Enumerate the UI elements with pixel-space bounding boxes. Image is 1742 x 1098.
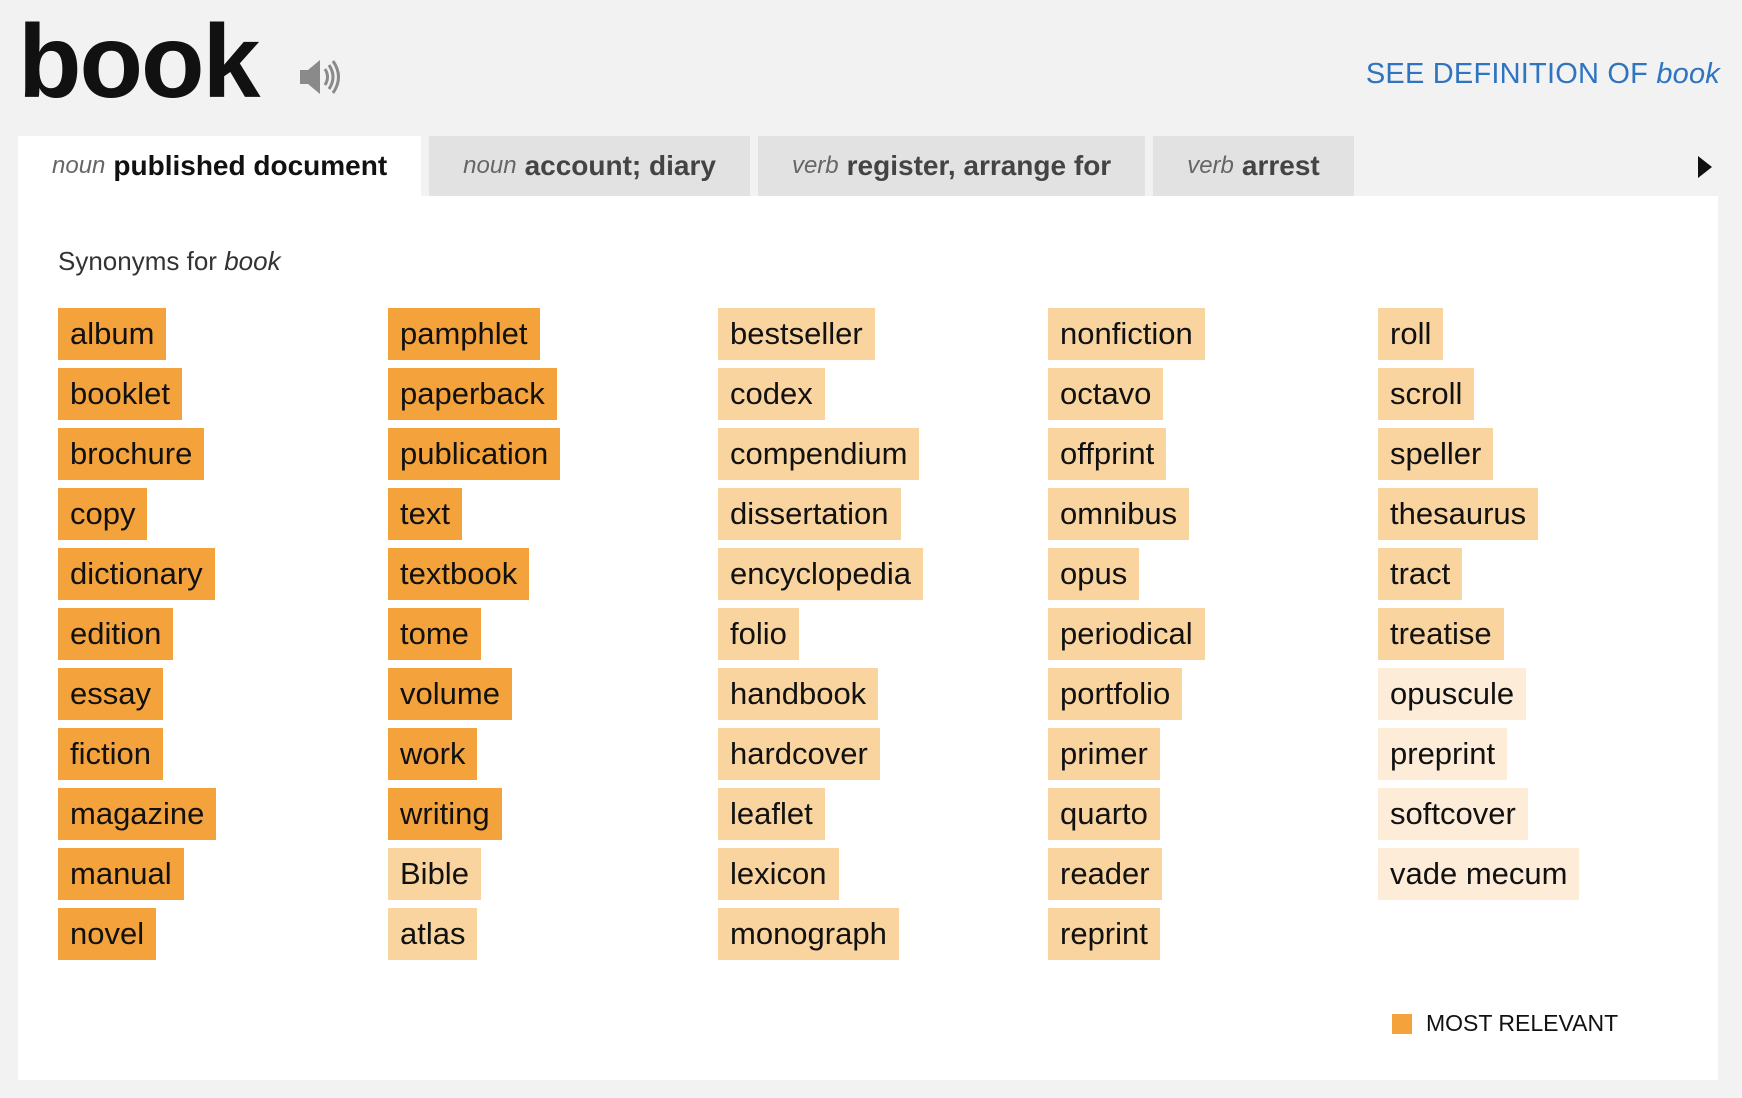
tab-arrest[interactable]: verb arrest <box>1153 136 1354 196</box>
tab-sense: arrest <box>1241 150 1320 181</box>
synonym-link[interactable]: work <box>388 728 478 780</box>
tab-pos: noun <box>463 152 517 179</box>
tab-account-diary[interactable]: noun account; diary <box>429 136 750 196</box>
synonym-link[interactable]: copy <box>58 488 148 540</box>
synonym-column: album booklet brochure copy dictionary editio… <box>58 308 388 968</box>
synonym-link[interactable]: omnibus <box>1048 488 1190 540</box>
synonym-link[interactable]: lexicon <box>718 848 839 900</box>
synonym-link[interactable]: treatise <box>1378 608 1504 660</box>
synonym-link[interactable]: handbook <box>718 668 879 720</box>
tab-pos: verb <box>1187 152 1234 179</box>
tab-published-document[interactable]: noun published document <box>18 136 422 196</box>
synonym-link[interactable]: dictionary <box>58 548 215 600</box>
synonyms-panel: Synonyms for book album booklet brochure co… <box>18 196 1718 1080</box>
synonym-link[interactable]: periodical <box>1048 608 1205 660</box>
synonym-link[interactable]: publication <box>388 428 561 480</box>
synonym-link[interactable]: manual <box>58 848 184 900</box>
synonym-link[interactable]: codex <box>718 368 825 420</box>
synonym-column: nonfiction octavo offprint omnibus opus perio… <box>1048 308 1378 968</box>
synonym-link[interactable]: opus <box>1048 548 1140 600</box>
synonym-link[interactable]: writing <box>388 788 502 840</box>
legend: MOST RELEVANT <box>1392 1010 1618 1037</box>
synonym-grid: album booklet brochure copy dictionary editio… <box>58 308 1708 968</box>
see-definition-link[interactable]: SEE DEFINITION OF book <box>1366 58 1720 91</box>
synonym-link[interactable]: brochure <box>58 428 205 480</box>
tab-sense: register, arrange for <box>846 150 1112 181</box>
synonym-link[interactable]: textbook <box>388 548 530 600</box>
synonym-link[interactable]: folio <box>718 608 799 660</box>
synonym-link[interactable]: octavo <box>1048 368 1164 420</box>
synonym-link[interactable]: nonfiction <box>1048 308 1205 360</box>
synonym-link[interactable]: primer <box>1048 728 1160 780</box>
synonym-link[interactable]: paperback <box>388 368 557 420</box>
synonym-link[interactable]: portfolio <box>1048 668 1183 720</box>
synonym-link[interactable]: scroll <box>1378 368 1475 420</box>
sense-tabs: noun published document noun account; diary… <box>18 136 1354 196</box>
synonym-column: roll scroll speller thesaurus tract treatise o… <box>1378 308 1708 968</box>
synonym-link[interactable]: roll <box>1378 308 1444 360</box>
synonym-link[interactable]: fiction <box>58 728 163 780</box>
synonym-link[interactable]: offprint <box>1048 428 1167 480</box>
see-definition-label: SEE DEFINITION OF <box>1365 58 1649 90</box>
see-definition-word: book <box>1656 58 1720 90</box>
synonym-link[interactable]: bestseller <box>718 308 875 360</box>
synonym-link[interactable]: vade mecum <box>1378 848 1580 900</box>
synonym-link[interactable]: atlas <box>388 908 478 960</box>
synonym-link[interactable]: thesaurus <box>1378 488 1539 540</box>
triangle-right-icon[interactable] <box>1698 156 1712 178</box>
synonym-link[interactable]: novel <box>58 908 157 960</box>
synonym-column: pamphlet paperback publication text textbook… <box>388 308 718 968</box>
synonyms-heading-word: book <box>224 246 281 276</box>
synonym-link[interactable]: magazine <box>58 788 217 840</box>
tab-register-arrange-for[interactable]: verb register, arrange for <box>757 136 1146 196</box>
synonym-link[interactable]: booklet <box>58 368 182 420</box>
synonym-link[interactable]: dissertation <box>718 488 901 540</box>
synonyms-heading-prefix: Synonyms for <box>58 246 217 276</box>
synonyms-heading: Synonyms for book <box>58 246 281 277</box>
synonym-link[interactable]: reader <box>1048 848 1162 900</box>
synonym-link[interactable]: essay <box>58 668 163 720</box>
synonym-link[interactable]: leaflet <box>718 788 825 840</box>
synonym-link[interactable]: speller <box>1378 428 1494 480</box>
synonym-link[interactable]: reprint <box>1048 908 1160 960</box>
synonym-link[interactable]: preprint <box>1378 728 1508 780</box>
synonym-link[interactable]: album <box>58 308 167 360</box>
speaker-icon[interactable] <box>296 54 342 100</box>
synonym-link[interactable]: hardcover <box>718 728 880 780</box>
synonym-link[interactable]: encyclopedia <box>718 548 923 600</box>
synonym-link[interactable]: quarto <box>1048 788 1160 840</box>
synonym-link[interactable]: Bible <box>388 848 481 900</box>
tab-sense: published document <box>113 150 388 181</box>
synonym-link[interactable]: edition <box>58 608 174 660</box>
synonym-link[interactable]: compendium <box>718 428 920 480</box>
headword: book <box>18 4 260 120</box>
tab-pos: verb <box>791 152 839 179</box>
tab-pos: noun <box>52 152 106 179</box>
synonym-column: bestseller codex compendium dissertation enc… <box>718 308 1048 968</box>
synonym-link[interactable]: pamphlet <box>388 308 540 360</box>
synonym-link[interactable]: softcover <box>1378 788 1528 840</box>
legend-label: MOST RELEVANT <box>1426 1010 1619 1036</box>
synonym-link[interactable]: monograph <box>718 908 899 960</box>
synonym-link[interactable]: tome <box>388 608 481 660</box>
legend-swatch <box>1392 1013 1412 1034</box>
tab-sense: account; diary <box>524 150 716 181</box>
synonym-link[interactable]: text <box>388 488 462 540</box>
synonym-link[interactable]: tract <box>1378 548 1463 600</box>
synonym-link[interactable]: volume <box>388 668 512 720</box>
synonym-link[interactable]: opuscule <box>1378 668 1527 720</box>
